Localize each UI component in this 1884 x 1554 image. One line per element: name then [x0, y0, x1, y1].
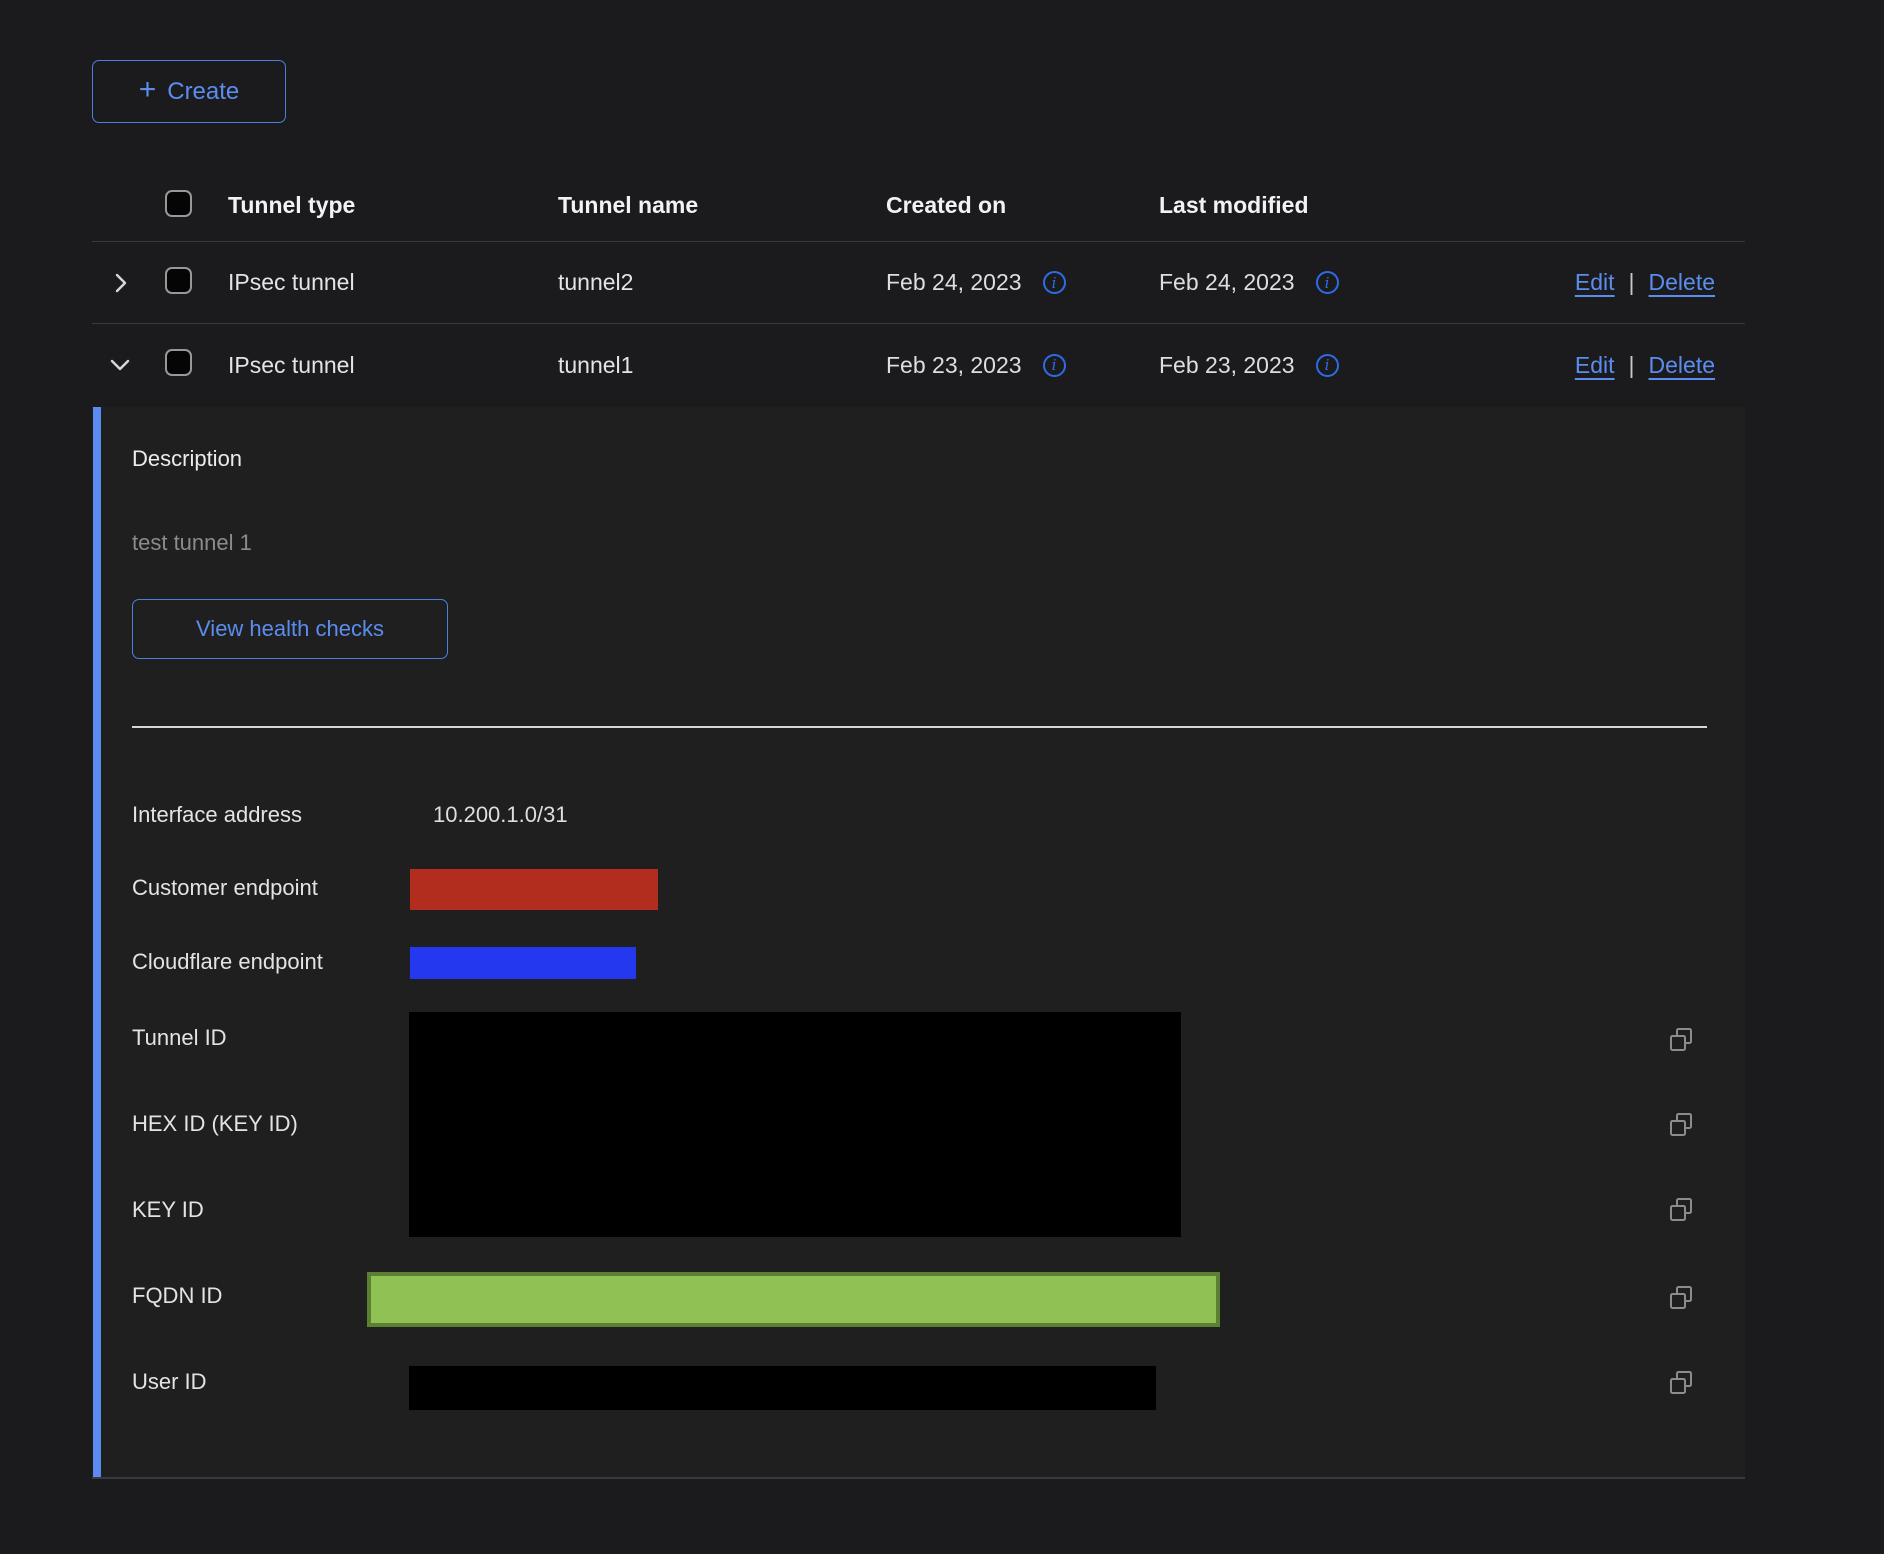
column-header-tunnel-name: Tunnel name — [546, 192, 874, 219]
cloudflare-endpoint-redacted-value — [410, 947, 636, 979]
select-all-checkbox[interactable] — [165, 190, 192, 217]
column-header-last-modified: Last modified — [1147, 192, 1530, 219]
last-modified-cell: Feb 23, 2023 — [1159, 352, 1295, 379]
column-header-tunnel-type: Tunnel type — [216, 192, 546, 219]
interface-address-label: Interface address — [132, 800, 302, 830]
tunnels-table: Tunnel type Tunnel name Created on Last … — [92, 170, 1745, 406]
ids-redacted-value-block — [409, 1012, 1181, 1237]
copy-hex-id-button[interactable] — [1667, 1111, 1695, 1139]
expanded-row-panel: Description test tunnel 1 View health ch… — [92, 407, 1745, 1479]
copy-icon — [1667, 1369, 1695, 1397]
last-modified-cell: Feb 24, 2023 — [1159, 269, 1295, 296]
cloudflare-endpoint-label: Cloudflare endpoint — [132, 947, 323, 977]
chevron-right-icon — [108, 271, 132, 295]
create-button-label: Create — [167, 78, 239, 106]
action-separator: | — [1629, 269, 1635, 296]
customer-endpoint-redacted-value — [410, 869, 658, 910]
table-row: IPsec tunnel tunnel1 Feb 23, 2023 i Feb … — [92, 324, 1745, 406]
copy-icon — [1667, 1196, 1695, 1224]
chevron-down-icon — [108, 353, 132, 377]
copy-icon — [1667, 1284, 1695, 1312]
info-icon[interactable]: i — [1043, 271, 1066, 294]
copy-icon — [1667, 1111, 1695, 1139]
edit-link[interactable]: Edit — [1575, 352, 1615, 379]
fqdn-id-redacted-value — [367, 1272, 1220, 1327]
created-on-cell: Feb 24, 2023 — [886, 269, 1022, 296]
copy-tunnel-id-button[interactable] — [1667, 1026, 1695, 1054]
tunnel-id-label: Tunnel ID — [132, 1023, 227, 1053]
info-icon[interactable]: i — [1316, 271, 1339, 294]
customer-endpoint-label: Customer endpoint — [132, 873, 318, 903]
edit-link[interactable]: Edit — [1575, 269, 1615, 296]
description-label: Description — [132, 444, 242, 474]
collapse-row-button[interactable] — [92, 353, 148, 377]
plus-icon: + — [139, 75, 157, 105]
expand-row-button[interactable] — [92, 271, 148, 295]
copy-icon — [1667, 1026, 1695, 1054]
create-button[interactable]: + Create — [92, 60, 286, 123]
tunnels-page: + Create Tunnel type Tunnel name Created… — [0, 0, 1884, 1554]
copy-key-id-button[interactable] — [1667, 1196, 1695, 1224]
delete-link[interactable]: Delete — [1649, 352, 1715, 379]
table-row: IPsec tunnel tunnel2 Feb 24, 2023 i Feb … — [92, 242, 1745, 324]
tunnel-type-cell: IPsec tunnel — [216, 269, 546, 296]
key-id-label: KEY ID — [132, 1195, 204, 1225]
user-id-label: User ID — [132, 1367, 207, 1397]
user-id-redacted-value — [409, 1366, 1156, 1410]
tunnel-name-cell: tunnel2 — [546, 269, 874, 296]
info-icon[interactable]: i — [1316, 354, 1339, 377]
row-checkbox[interactable] — [165, 267, 192, 294]
action-separator: | — [1629, 352, 1635, 379]
created-on-cell: Feb 23, 2023 — [886, 352, 1022, 379]
description-value: test tunnel 1 — [132, 528, 252, 558]
tunnel-type-cell: IPsec tunnel — [216, 352, 546, 379]
delete-link[interactable]: Delete — [1649, 269, 1715, 296]
hex-id-label: HEX ID (KEY ID) — [132, 1109, 298, 1139]
expansion-indicator-bar — [93, 407, 101, 1477]
interface-address-value: 10.200.1.0/31 — [433, 800, 568, 830]
copy-user-id-button[interactable] — [1667, 1369, 1695, 1397]
tunnel-name-cell: tunnel1 — [546, 352, 874, 379]
info-icon[interactable]: i — [1043, 354, 1066, 377]
section-divider — [132, 726, 1707, 728]
row-checkbox[interactable] — [165, 349, 192, 376]
fqdn-id-label: FQDN ID — [132, 1281, 222, 1311]
column-header-created-on: Created on — [874, 192, 1147, 219]
copy-fqdn-id-button[interactable] — [1667, 1284, 1695, 1312]
view-health-checks-button[interactable]: View health checks — [132, 599, 448, 659]
table-header-row: Tunnel type Tunnel name Created on Last … — [92, 170, 1745, 242]
